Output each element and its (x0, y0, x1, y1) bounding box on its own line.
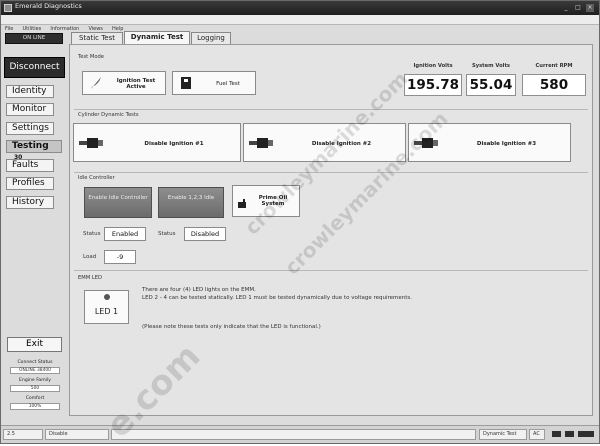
load-field: -9 (104, 250, 136, 264)
emm-text-2: LED 2 - 4 can be tested statically. LED … (142, 295, 413, 301)
fuel-test-button[interactable]: Fuel Test (172, 71, 256, 95)
indicator-icon (565, 431, 574, 437)
test-mode-label: Test Mode (78, 54, 104, 60)
oil-can-icon (238, 199, 246, 208)
sidebar-item-history[interactable]: History (6, 196, 54, 209)
sidebar-item-profiles[interactable]: Profiles (6, 177, 54, 190)
dynamic-test-panel: Test Mode Ignition Test Active Fuel Test… (69, 44, 593, 416)
emm-text-3: (Please note these tests only indicate t… (142, 324, 321, 330)
status-left: 2.5 (3, 429, 43, 440)
led-1-label: LED 1 (94, 307, 119, 316)
app-icon (4, 4, 12, 12)
sidebar-item-identity[interactable]: Identity (6, 85, 54, 98)
disable-ignition-1-button[interactable]: Disable Ignition #1 (73, 123, 241, 162)
engine-family-value: 500 (10, 385, 60, 392)
status-mode: Dynamic Test (479, 429, 527, 440)
status-bar: 2.5 Disable Dynamic Test AC (1, 425, 599, 443)
comfort-value: 100% (10, 403, 60, 410)
sidebar-item-settings[interactable]: Settings (6, 122, 54, 135)
status-spacer (111, 429, 476, 440)
idle-controller-label: Idle Controller (78, 175, 115, 181)
sidebar-item-testing[interactable]: Testing 30 (6, 140, 62, 161)
ignition-volts-value: 195.78 (404, 74, 462, 96)
status-label: Status (83, 231, 101, 237)
emm-text-1: There are four (4) LED lights on the EMM… (142, 287, 256, 293)
minimize-icon[interactable]: _ (562, 4, 570, 12)
load-label: Load (83, 254, 97, 260)
prime-oil-system-button[interactable]: Prime Oil System (232, 185, 300, 217)
cylinder-tests-label: Cylinder Dynamic Tests (78, 112, 139, 118)
led-indicator-icon (104, 294, 110, 300)
window-title: Emerald Diagnostics (15, 2, 82, 10)
led-1-button[interactable]: LED 1 (84, 290, 129, 324)
comfort-label: Comfort (25, 396, 45, 401)
status-ac: AC (529, 429, 545, 440)
close-icon[interactable]: × (586, 4, 594, 12)
tab-logging[interactable]: Logging (191, 32, 231, 44)
spark-plug-icon (79, 138, 103, 148)
fuel-test-label: Fuel Test (216, 81, 240, 87)
sidebar-item-label: Testing (12, 141, 49, 151)
enable-123-idle-button[interactable]: Enable 1,2,3 Idle (158, 187, 224, 218)
disconnect-button[interactable]: Disconnect (4, 57, 65, 78)
ignition-volts-label: Ignition Volts (413, 63, 453, 69)
sidebar: ON LINE Disconnect Identity Monitor Sett… (3, 27, 67, 423)
idle-123-status-field: Disabled (184, 227, 226, 241)
current-rpm-label: Current RPM (535, 63, 573, 69)
disable-ignition-3-button[interactable]: Disable Ignition #3 (408, 123, 571, 162)
tab-static-test[interactable]: Static Test (71, 32, 123, 44)
disable-ignition-3-label: Disable Ignition #3 (476, 141, 537, 147)
connect-status-label: Connect Status (17, 360, 53, 365)
indicator-icon (578, 431, 594, 437)
divider (74, 109, 588, 110)
prime-oil-system-label: Prime Oil System (258, 195, 288, 207)
spark-plug-icon (414, 138, 438, 148)
disable-ignition-2-button[interactable]: Disable Ignition #2 (243, 123, 406, 162)
disable-ignition-1-label: Disable Ignition #1 (144, 141, 204, 147)
status-label-2: Status (158, 231, 176, 237)
exit-button[interactable]: Exit (7, 337, 62, 352)
system-volts-label: System Volts (471, 63, 511, 69)
ignition-test-label: Ignition Test Active (116, 78, 156, 90)
divider (74, 172, 588, 173)
sidebar-item-monitor[interactable]: Monitor (6, 103, 54, 116)
system-volts-value: 55.04 (466, 74, 516, 96)
tab-dynamic-test[interactable]: Dynamic Test (124, 31, 190, 44)
connection-status: ON LINE (5, 33, 63, 44)
indicator-icon (552, 431, 561, 437)
divider (74, 270, 588, 271)
ignition-test-button[interactable]: Ignition Test Active (82, 71, 166, 95)
fuel-pump-icon (181, 77, 191, 89)
maximize-icon[interactable]: □ (574, 4, 582, 12)
engine-family-label: Engine Family (19, 378, 51, 383)
enable-idle-controller-button[interactable]: Enable Idle Controller (84, 187, 152, 218)
app-window: Emerald Diagnostics _ □ × File Utilities… (0, 0, 600, 446)
emm-led-label: EMM LED (78, 275, 103, 281)
connect-status-value: ONLINE 38400 (10, 367, 60, 374)
status-mid: Disable (45, 429, 109, 440)
current-rpm-value: 580 (522, 74, 586, 96)
title-bar: Emerald Diagnostics _ □ × (1, 1, 599, 15)
menu-bar: File Utilities Information Views Help (1, 15, 599, 32)
sidebar-item-faults[interactable]: Faults (6, 159, 54, 172)
idle-status-field: Enabled (104, 227, 146, 241)
spark-plug-icon (249, 138, 273, 148)
disable-ignition-2-label: Disable Ignition #2 (311, 141, 372, 147)
feather-icon (91, 77, 101, 89)
